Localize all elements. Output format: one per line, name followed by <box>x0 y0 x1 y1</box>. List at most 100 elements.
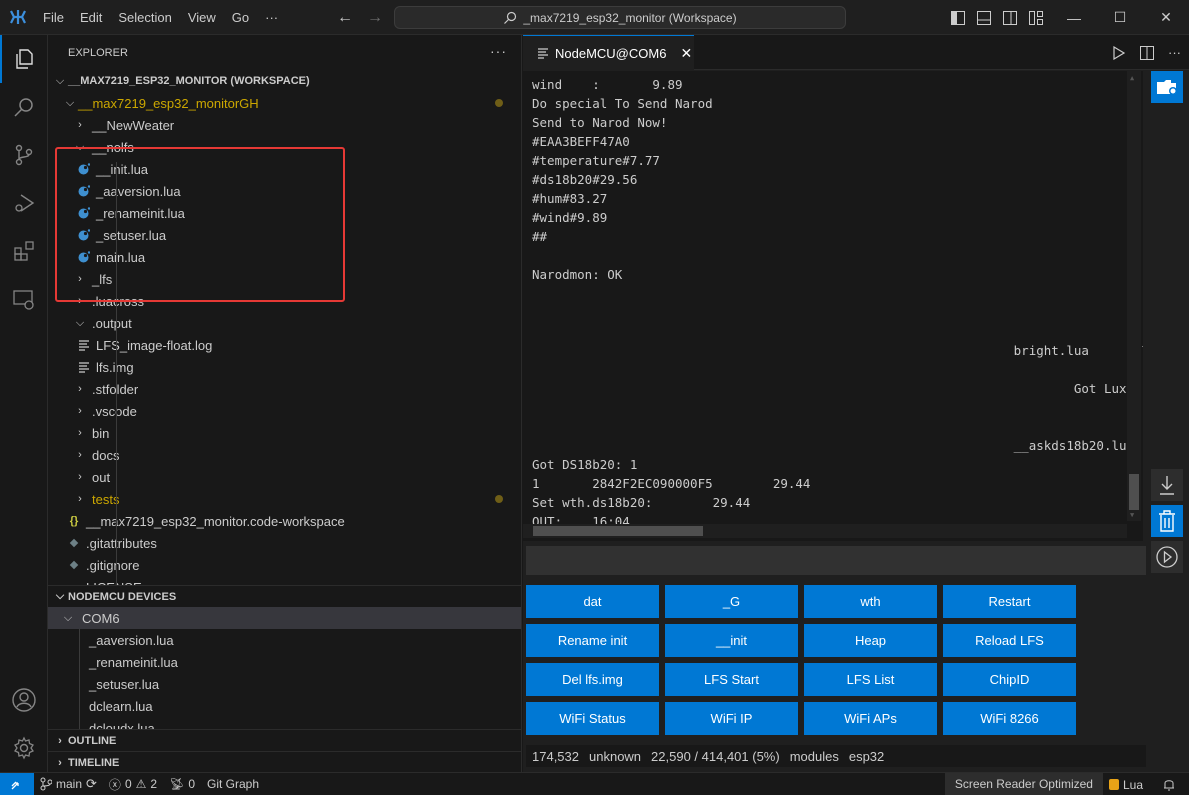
tree-item[interactable]: .gitignore <box>48 554 521 576</box>
nodemcu-devices-header[interactable]: ⌵ NODEMCU DEVICES <box>48 585 521 607</box>
device-com6[interactable]: ⌵ COM6 <box>48 607 521 629</box>
back-arrow-icon[interactable]: ← <box>334 9 356 27</box>
explorer-more-actions-icon[interactable]: ··· <box>490 43 507 59</box>
tree-item[interactable]: › docs <box>48 444 521 466</box>
tree-item[interactable]: _setuser.lua <box>48 224 521 246</box>
command-button-lfs-list[interactable]: LFS List <box>804 663 937 696</box>
scrollbar-thumb[interactable] <box>1129 474 1139 510</box>
command-button-del-lfs-img[interactable]: Del lfs.img <box>526 663 659 696</box>
activity-extensions[interactable] <box>0 227 48 275</box>
sync-icon[interactable]: ⟳ <box>86 776 97 792</box>
language-mode[interactable]: Lua <box>1103 773 1149 795</box>
tree-item[interactable]: ⌵ __nolfs <box>48 136 521 158</box>
activity-explorer[interactable] <box>0 35 48 83</box>
command-button-wifi-status[interactable]: WiFi Status <box>526 702 659 735</box>
scroll-up-icon[interactable]: ▲ <box>1130 74 1134 82</box>
maximize-button[interactable]: ☐ <box>1097 0 1143 35</box>
command-button-lfs-start[interactable]: LFS Start <box>665 663 798 696</box>
command-button-init[interactable]: __init <box>665 624 798 657</box>
horizontal-scrollbar[interactable] <box>523 524 1127 538</box>
menu-selection[interactable]: Selection <box>110 0 179 35</box>
tree-item[interactable]: {} __max7219_esp32_monitor.code-workspace <box>48 510 521 532</box>
toggle-secondary-sidebar-icon[interactable] <box>1002 10 1018 26</box>
tree-item[interactable]: › tests <box>48 488 521 510</box>
menu-view[interactable]: View <box>180 0 224 35</box>
command-input[interactable] <box>526 546 1146 575</box>
command-button-wifi-ip[interactable]: WiFi IP <box>665 702 798 735</box>
device-folder-button[interactable] <box>1151 71 1183 103</box>
device-file[interactable]: _aaversion.lua <box>48 629 521 651</box>
device-file[interactable]: _setuser.lua <box>48 673 521 695</box>
command-button-reload-lfs[interactable]: Reload LFS <box>943 624 1076 657</box>
tree-item[interactable]: › out <box>48 466 521 488</box>
command-button-dat[interactable]: dat <box>526 585 659 618</box>
clear-terminal-button[interactable] <box>1151 505 1183 537</box>
send-command-button[interactable] <box>1151 541 1183 573</box>
problems-indicator[interactable]: ⓧ 0 ⚠ 2 <box>103 773 163 795</box>
activity-run-debug[interactable] <box>0 179 48 227</box>
activity-source-control[interactable] <box>0 131 48 179</box>
tree-item[interactable]: › _lfs <box>48 268 521 290</box>
tree-item[interactable]: LFS_image-float.log <box>48 334 521 356</box>
tree-item[interactable]: LICENSE <box>48 576 521 586</box>
tree-item[interactable]: › .vscode <box>48 400 521 422</box>
scroll-down-icon[interactable]: ▼ <box>1130 511 1134 519</box>
tree-item[interactable]: .gitattributes <box>48 532 521 554</box>
menu-more[interactable]: ··· <box>257 0 286 35</box>
command-center-search[interactable]: _max7219_esp32_monitor (Workspace) <box>394 6 846 29</box>
tree-item[interactable]: › .luacross <box>48 290 521 312</box>
nodemcu-terminal-output[interactable]: wind : 9.89 Do special To Send Narod Send … <box>523 71 1143 541</box>
activity-manage[interactable] <box>0 724 48 772</box>
minimize-button[interactable]: — <box>1051 0 1097 35</box>
split-editor-icon[interactable] <box>1140 45 1154 60</box>
run-icon[interactable] <box>1112 45 1126 60</box>
git-graph-button[interactable]: Git Graph <box>201 773 265 795</box>
tree-item[interactable]: lfs.img <box>48 356 521 378</box>
menu-edit[interactable]: Edit <box>72 0 110 35</box>
tab-nodemcu-com6[interactable]: NodeMCU@COM6 ✕ <box>523 35 694 70</box>
tree-item[interactable]: › bin <box>48 422 521 444</box>
tree-item[interactable]: ›.stfolder <box>48 378 521 400</box>
command-button-rename-init[interactable]: Rename init <box>526 624 659 657</box>
info-modules[interactable]: modules <box>790 749 839 764</box>
command-button-wifi-8266[interactable]: WiFi 8266 <box>943 702 1076 735</box>
forward-arrow-icon[interactable]: → <box>364 9 386 27</box>
notifications-button[interactable] <box>1149 773 1189 795</box>
screen-reader-optimized[interactable]: Screen Reader Optimized <box>944 773 1103 795</box>
workspace-root[interactable]: ⌵ __MAX7219_ESP32_MONITOR (WORKSPACE) <box>48 70 521 92</box>
ports-indicator[interactable]: 📡︎ 0 <box>163 773 201 795</box>
command-button-wifi-aps[interactable]: WiFi APs <box>804 702 937 735</box>
root-folder[interactable]: ⌵ __max7219_esp32_monitorGH <box>48 92 521 114</box>
command-button-heap[interactable]: Heap <box>804 624 937 657</box>
tree-item[interactable]: › __NewWeater <box>48 114 521 136</box>
remote-indicator[interactable] <box>0 772 34 795</box>
scrollbar-thumb[interactable] <box>533 526 703 536</box>
timeline-header[interactable]: › TIMELINE <box>48 751 521 772</box>
close-window-button[interactable]: ✕ <box>1143 0 1189 35</box>
tree-item[interactable]: main.lua <box>48 246 521 268</box>
tree-item[interactable]: ⌵ .output <box>48 312 521 334</box>
customize-layout-icon[interactable] <box>1028 10 1044 26</box>
toggle-panel-icon[interactable] <box>976 10 992 26</box>
more-actions-icon[interactable]: ··· <box>1168 45 1181 60</box>
close-tab-icon[interactable]: ✕ <box>680 45 692 62</box>
outline-header[interactable]: › OUTLINE <box>48 729 521 751</box>
activity-remote-explorer[interactable] <box>0 275 48 323</box>
vertical-scrollbar[interactable]: ▲ ▼ <box>1127 71 1141 521</box>
command-button-chipid[interactable]: ChipID <box>943 663 1076 696</box>
menu-file[interactable]: File <box>35 0 72 35</box>
download-button[interactable] <box>1151 469 1183 501</box>
device-file[interactable]: _renameinit.lua <box>48 651 521 673</box>
activity-accounts[interactable] <box>0 676 48 724</box>
tree-item[interactable]: _aaversion.lua <box>48 180 521 202</box>
toggle-primary-sidebar-icon[interactable] <box>950 10 966 26</box>
device-file[interactable]: dcloudx.lua <box>48 717 521 730</box>
command-button-wth[interactable]: wth <box>804 585 937 618</box>
tree-item[interactable]: __init.lua <box>48 158 521 180</box>
command-button-g[interactable]: _G <box>665 585 798 618</box>
command-button-restart[interactable]: Restart <box>943 585 1076 618</box>
branch-indicator[interactable]: main ⟳ <box>34 773 103 795</box>
activity-search[interactable] <box>0 83 48 131</box>
tree-item[interactable]: _renameinit.lua <box>48 202 521 224</box>
device-file[interactable]: dclearn.lua <box>48 695 521 717</box>
